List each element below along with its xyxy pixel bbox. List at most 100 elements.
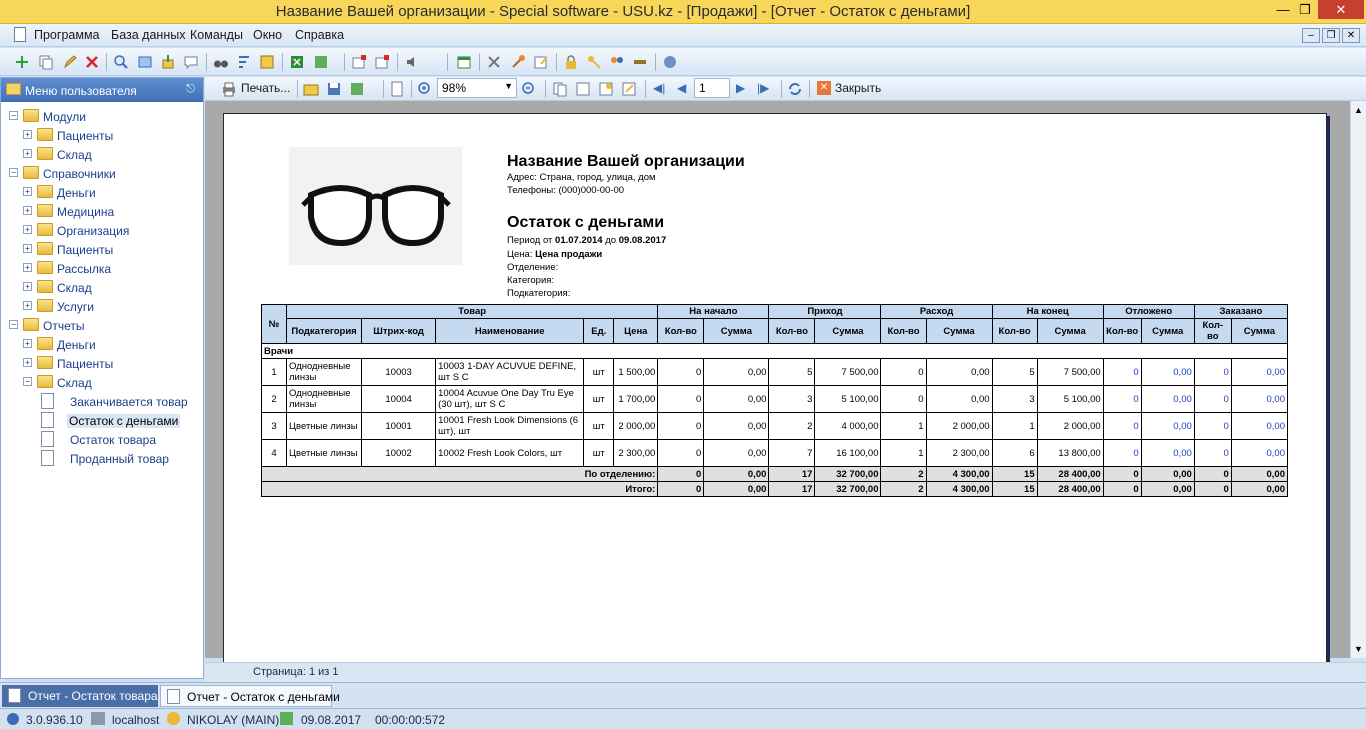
last-page-icon[interactable]: |▶ — [757, 81, 769, 95]
totals-value: 0 — [1102, 466, 1142, 482]
menu-help[interactable]: Справка — [295, 28, 344, 42]
filter-icon[interactable] — [137, 54, 153, 70]
expand-icon[interactable]: + — [23, 149, 32, 158]
calendar-icon[interactable] — [456, 54, 472, 70]
expand-icon[interactable]: + — [23, 225, 32, 234]
watermark-icon[interactable] — [598, 81, 614, 97]
expand-icon[interactable]: + — [23, 263, 32, 272]
add-icon[interactable] — [14, 54, 30, 70]
expand-icon[interactable]: + — [23, 206, 32, 215]
scroll-down-icon[interactable]: ▼ — [1354, 644, 1363, 654]
cell-value: 0 — [1102, 358, 1142, 386]
totals-value: 2 — [880, 466, 927, 482]
users-icon[interactable] — [609, 54, 625, 70]
cell-num: 4 — [260, 439, 288, 467]
edit-report-icon[interactable] — [621, 81, 637, 97]
page-number-input[interactable]: 1 — [694, 78, 730, 98]
pin-icon[interactable]: ⎋ — [186, 83, 195, 96]
expand-icon[interactable]: + — [23, 358, 32, 367]
tree-item-label: Отчеты — [43, 319, 85, 333]
cell-value: 0 — [1193, 439, 1232, 467]
expand-icon[interactable]: + — [23, 282, 32, 291]
search-icon[interactable] — [113, 54, 129, 70]
expand-icon[interactable]: + — [23, 187, 32, 196]
vertical-scrollbar[interactable]: ▲ ▼ — [1350, 101, 1366, 658]
menu-program[interactable]: Программа — [34, 28, 100, 42]
collapse-icon[interactable]: − — [23, 377, 32, 386]
cell-value: 5 100,00 — [1036, 385, 1104, 413]
lock-icon[interactable] — [563, 54, 579, 70]
first-page-icon[interactable]: ◀| — [653, 81, 665, 95]
close-icon[interactable]: ✕ — [817, 81, 831, 95]
restore-icon[interactable]: ❐ — [1294, 0, 1316, 20]
tree-item-label: Медицина — [57, 205, 115, 219]
menu-window[interactable]: Окно — [253, 28, 282, 42]
collapse-icon[interactable]: − — [9, 320, 18, 329]
print-button[interactable]: Печать... — [241, 81, 290, 95]
zoom-value: 98% — [442, 81, 467, 95]
close-window-button[interactable]: ✕ — [1318, 0, 1364, 19]
key-icon[interactable] — [586, 54, 602, 70]
tab-stock-report[interactable]: Отчет - Остаток товара — [2, 685, 158, 707]
expand-icon[interactable]: + — [23, 301, 32, 310]
open-folder-icon[interactable] — [303, 81, 319, 97]
export-report-icon[interactable] — [349, 81, 365, 97]
edit-icon[interactable] — [62, 54, 78, 70]
scroll-up-icon[interactable]: ▲ — [1354, 105, 1363, 115]
mdi-minimize-icon[interactable]: – — [1302, 28, 1320, 43]
col-sum: Сумма — [1230, 318, 1289, 344]
menu-commands[interactable]: Команды — [190, 28, 243, 42]
multipage-icon[interactable] — [552, 81, 568, 97]
sound-icon[interactable] — [405, 54, 421, 70]
col-sum: Сумма — [703, 318, 770, 344]
zoom-in-icon[interactable] — [417, 81, 433, 97]
cell-subcategory: Однодневные линзы — [286, 358, 363, 386]
mdi-restore-icon[interactable]: ❐ — [1322, 28, 1340, 43]
page-layout-icon[interactable] — [575, 81, 591, 97]
printer-icon[interactable] — [221, 81, 237, 97]
zoom-select[interactable]: 98% ▼ — [437, 78, 517, 98]
user-menu-tree: − Модули + Пациенты + Склад − Справочники + Деньг… — [1, 102, 203, 672]
cell-value: 3 — [768, 385, 816, 413]
totals-value: 15 — [991, 481, 1038, 497]
sort-icon[interactable] — [236, 54, 252, 70]
note-icon[interactable] — [533, 54, 549, 70]
tree-item-label: Остаток с деньгами — [67, 414, 181, 428]
copy-icon[interactable] — [38, 54, 54, 70]
comment-icon[interactable] — [183, 54, 199, 70]
tree-item-label: Организация — [57, 224, 130, 238]
collapse-icon[interactable]: − — [9, 111, 18, 120]
magic-icon[interactable] — [510, 54, 526, 70]
group-icon[interactable] — [259, 54, 275, 70]
page-setup-icon[interactable] — [389, 81, 405, 97]
excel-export-icon[interactable] — [289, 54, 305, 70]
cell-value: 0,00 — [703, 439, 770, 467]
previous-page-icon[interactable]: ◀ — [677, 81, 686, 95]
save-icon[interactable] — [326, 81, 342, 97]
new-window-icon[interactable] — [351, 54, 367, 70]
delete-icon[interactable] — [84, 54, 100, 70]
tree-item-label: Пациенты — [57, 129, 114, 143]
binoculars-icon[interactable] — [213, 54, 229, 70]
expand-icon[interactable]: + — [23, 339, 32, 348]
window-close-icon[interactable] — [374, 54, 390, 70]
expand-icon[interactable]: + — [23, 130, 32, 139]
minimize-icon[interactable]: — — [1272, 0, 1294, 20]
refresh-icon[interactable] — [787, 81, 803, 97]
next-page-icon[interactable]: ▶ — [736, 81, 745, 95]
window-title-bar: Название Вашей организации - Special sof… — [0, 0, 1366, 24]
close-report-button[interactable]: Закрыть — [835, 81, 881, 95]
info-icon[interactable] — [662, 54, 678, 70]
expand-icon[interactable]: + — [23, 244, 32, 253]
handshake-icon[interactable] — [632, 54, 648, 70]
export-icon[interactable] — [160, 54, 176, 70]
tab-stock-money-report[interactable]: Отчет - Остаток с деньгами — [160, 685, 340, 707]
tools-icon[interactable] — [486, 54, 502, 70]
window-title: Название Вашей организации - Special sof… — [275, 3, 971, 20]
totals-value: 0,00 — [1140, 466, 1195, 482]
zoom-out-icon[interactable] — [521, 81, 537, 97]
collapse-icon[interactable]: − — [9, 168, 18, 177]
mdi-close-icon[interactable]: ✕ — [1342, 28, 1360, 43]
menu-database[interactable]: База данных — [111, 28, 185, 42]
excel-import-icon[interactable] — [313, 54, 329, 70]
